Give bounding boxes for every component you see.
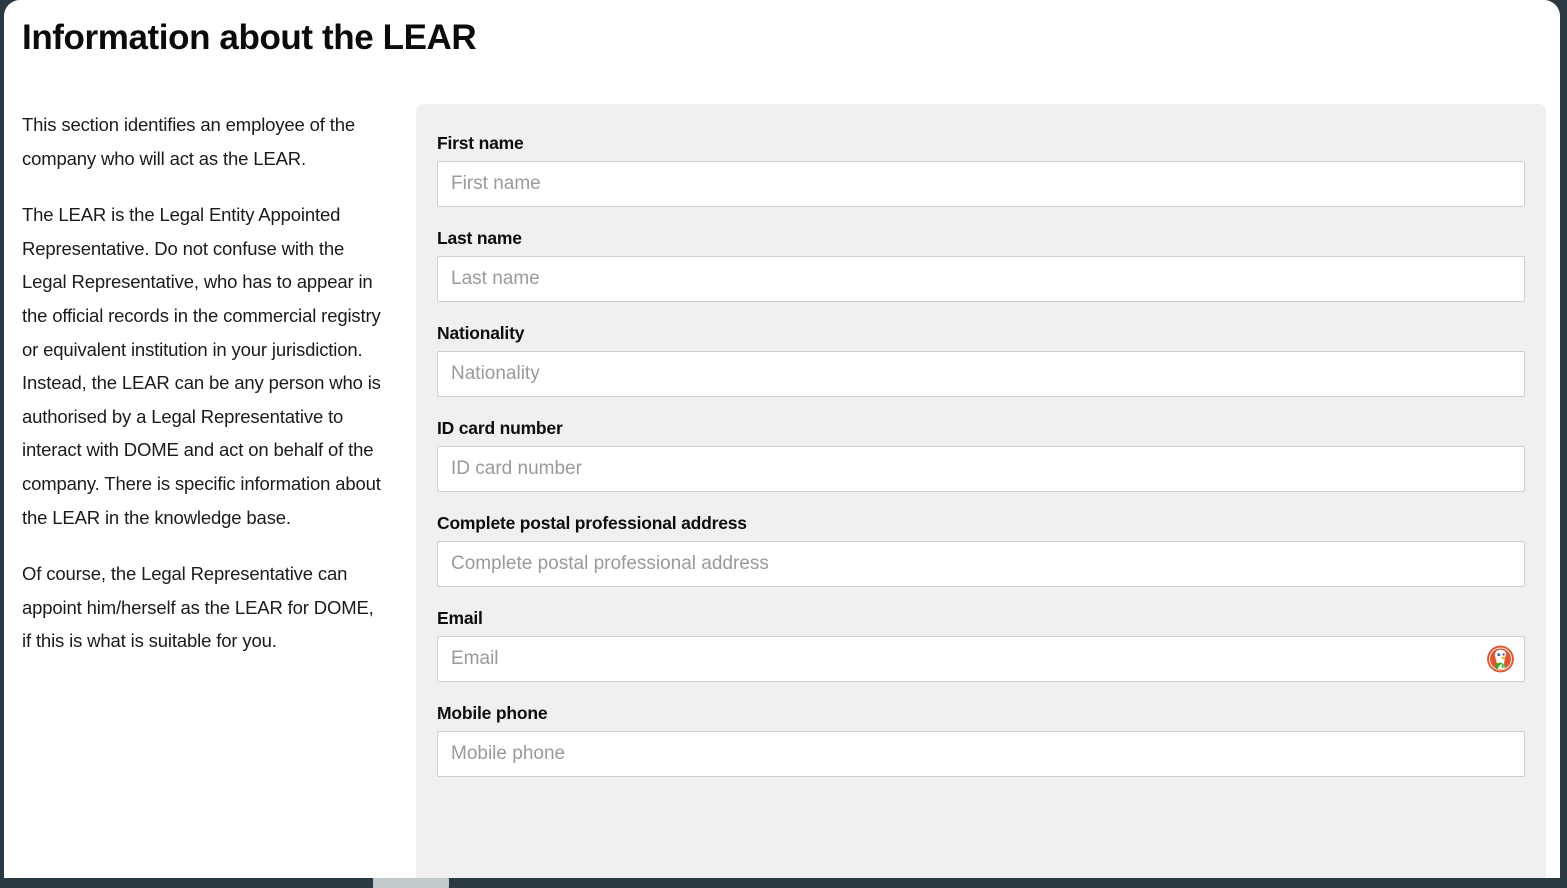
input-wrap-email: [437, 636, 1525, 682]
id-card-number-input[interactable]: [437, 446, 1525, 492]
label-last-name: Last name: [437, 228, 522, 248]
page-title: Information about the LEAR: [22, 18, 477, 57]
postal-address-input[interactable]: [437, 541, 1525, 587]
page-body: This section identifies an employee of t…: [4, 100, 1560, 880]
label-postal-address: Complete postal professional address: [437, 513, 747, 533]
field-email: Email: [437, 607, 1525, 682]
page-card: Information about the LEAR This section …: [4, 0, 1560, 880]
field-mobile-phone: Mobile phone: [437, 702, 1525, 777]
horizontal-scrollbar-thumb[interactable]: [373, 878, 449, 888]
input-wrap-first-name: [437, 161, 1525, 207]
description-paragraph-1: This section identifies an employee of t…: [22, 114, 356, 169]
horizontal-scrollbar[interactable]: [0, 878, 1567, 888]
field-nationality: Nationality: [437, 322, 1525, 397]
field-id-card-number: ID card number: [437, 417, 1525, 492]
email-input[interactable]: [437, 636, 1525, 682]
field-first-name: First name: [437, 132, 1525, 207]
label-mobile-phone: Mobile phone: [437, 703, 548, 723]
field-postal-address: Complete postal professional address: [437, 512, 1525, 587]
input-wrap-last-name: [437, 256, 1525, 302]
input-wrap-postal-address: [437, 541, 1525, 587]
first-name-input[interactable]: [437, 161, 1525, 207]
input-wrap-mobile-phone: [437, 731, 1525, 777]
label-id-card-number: ID card number: [437, 418, 563, 438]
label-email: Email: [437, 608, 483, 628]
mobile-phone-input[interactable]: [437, 731, 1525, 777]
description-paragraph-3: Of course, the Legal Representative can …: [22, 563, 374, 652]
label-first-name: First name: [437, 133, 524, 153]
input-wrap-id-card-number: [437, 446, 1525, 492]
label-nationality: Nationality: [437, 323, 525, 343]
last-name-input[interactable]: [437, 256, 1525, 302]
nationality-input[interactable]: [437, 351, 1525, 397]
lear-form-panel: First name Last name Nationality ID card…: [416, 104, 1546, 880]
lear-description-column: This section identifies an employee of t…: [22, 108, 382, 658]
duckduckgo-autofill-icon[interactable]: [1487, 645, 1514, 673]
field-last-name: Last name: [437, 227, 1525, 302]
description-paragraph-2: The LEAR is the Legal Entity Appointed R…: [22, 204, 381, 528]
input-wrap-nationality: [437, 351, 1525, 397]
